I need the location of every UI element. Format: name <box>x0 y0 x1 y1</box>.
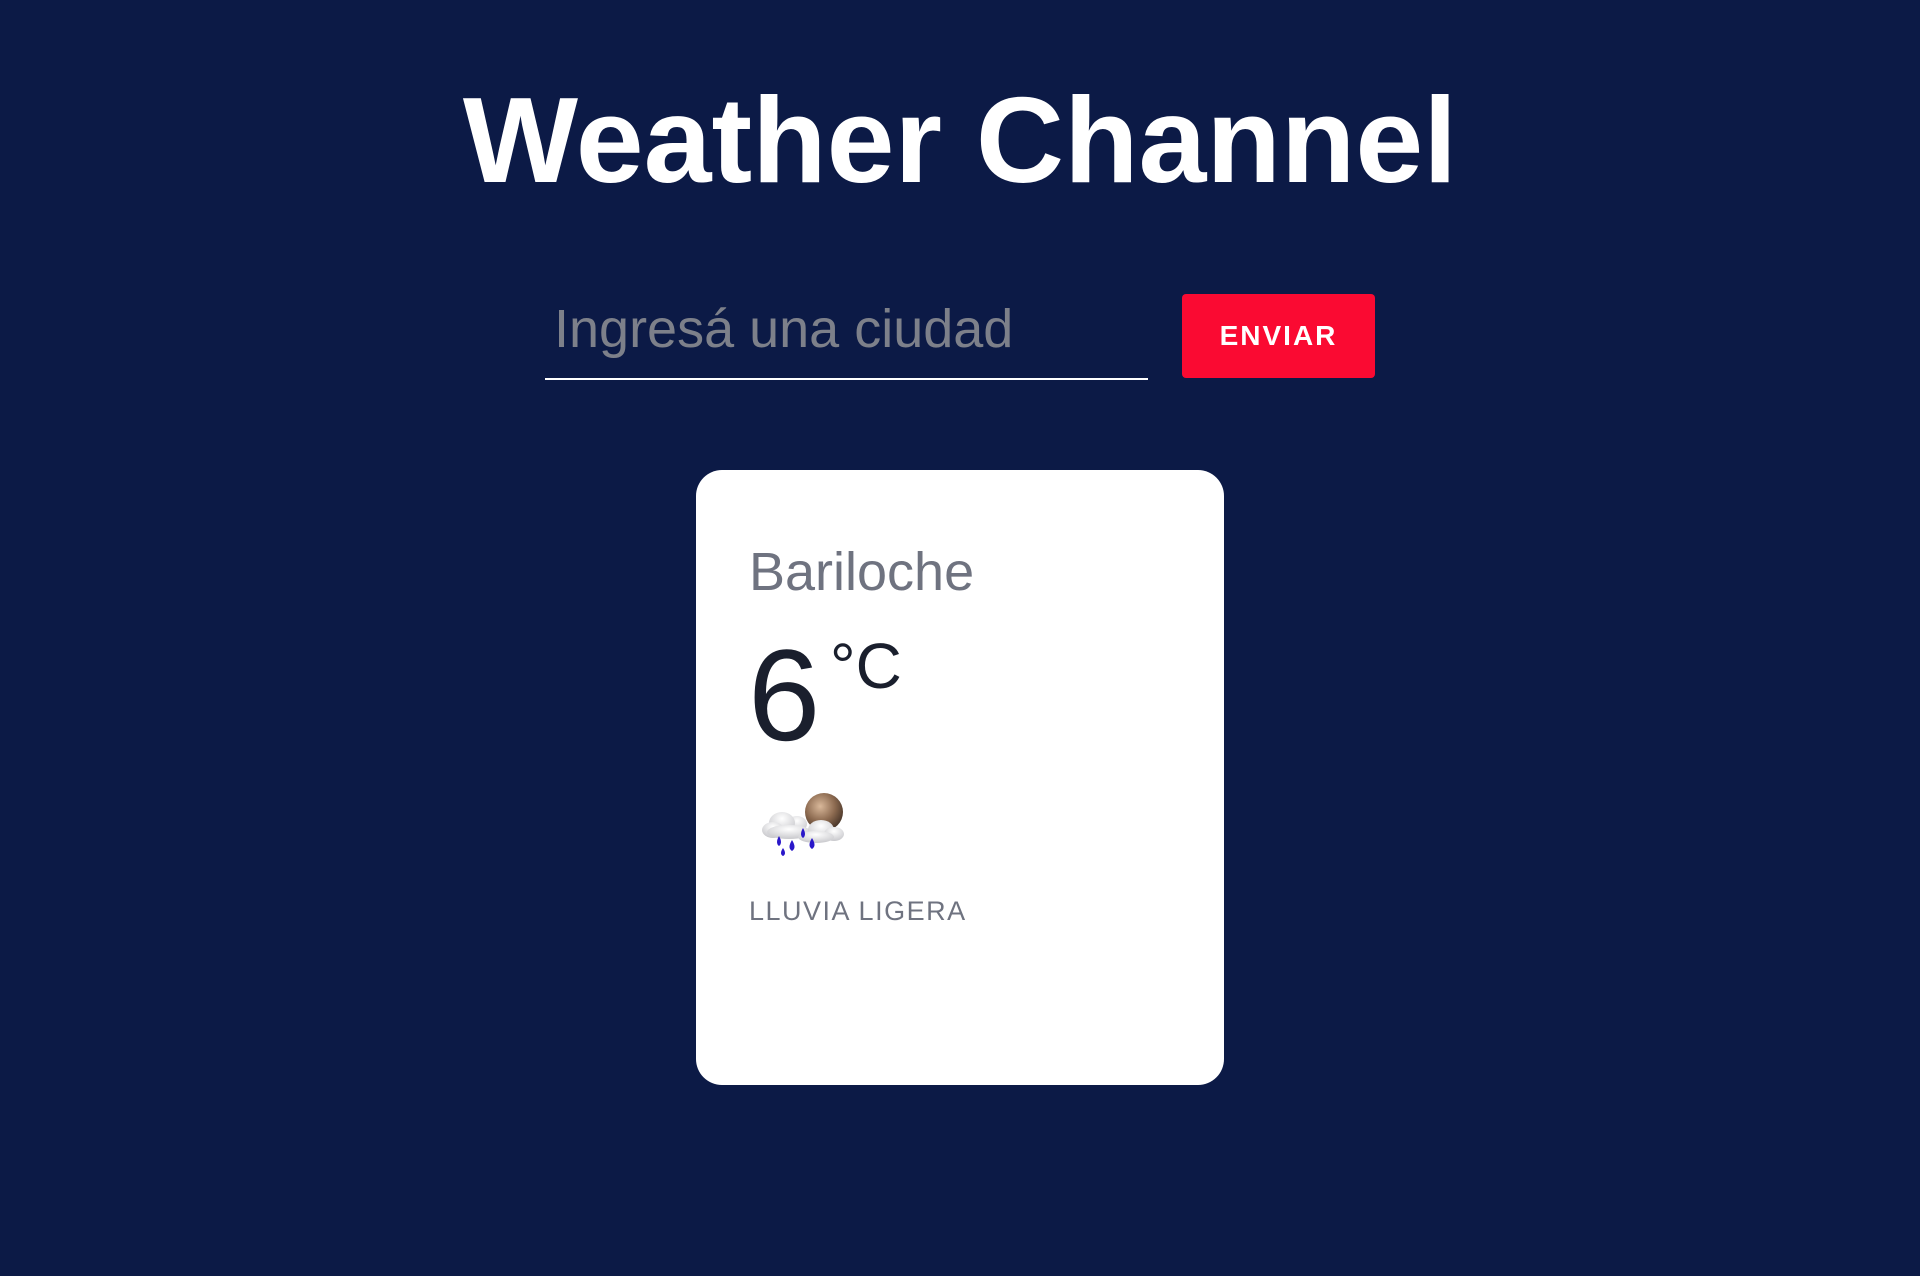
light-rain-cloud-moon-icon <box>762 793 844 856</box>
search-form: ENVIAR <box>0 0 1920 400</box>
send-button[interactable]: ENVIAR <box>1182 294 1375 378</box>
page: Weather Channel ENVIAR Bariloche 6 °C <box>0 0 1920 1276</box>
city-search-input[interactable] <box>545 280 1148 380</box>
weather-card: Bariloche 6 °C LLUVIA LIGERA <box>696 470 1224 1085</box>
temperature-value: 6 <box>748 622 821 768</box>
city-name: Bariloche <box>749 542 975 602</box>
temperature-unit: °C <box>830 630 902 702</box>
weather-description: LLUVIA LIGERA <box>749 896 967 926</box>
